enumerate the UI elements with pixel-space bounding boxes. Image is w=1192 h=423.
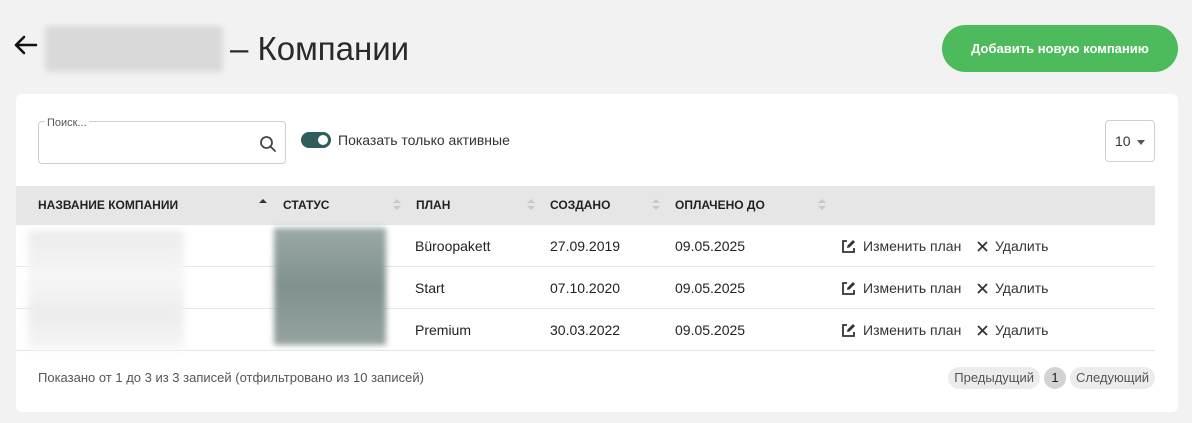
- active-only-toggle[interactable]: [301, 132, 331, 148]
- caret-down-icon: [1137, 140, 1145, 145]
- paid-until-cell: 09.05.2025: [675, 238, 746, 254]
- table-row: Büroopakett 27.09.2019 09.05.2025 Измени…: [16, 225, 1155, 267]
- active-only-toggle-group: Показать только активные: [301, 132, 510, 148]
- edit-plan-label: Изменить план: [863, 280, 962, 296]
- created-cell: 30.03.2022: [550, 322, 621, 338]
- blurred-company-names: [28, 231, 184, 349]
- pagination: Предыдущий 1 Следующий: [948, 367, 1155, 389]
- page-size-value: 10: [1115, 133, 1131, 149]
- column-header-company[interactable]: Название компании: [38, 186, 178, 225]
- edit-plan-button[interactable]: Изменить план: [841, 267, 961, 309]
- edit-plan-button[interactable]: Изменить план: [841, 225, 961, 267]
- toggle-knob: [318, 135, 328, 145]
- column-header-created[interactable]: Создано: [550, 186, 610, 225]
- column-header-plan[interactable]: План: [416, 186, 450, 225]
- paid-until-cell: 09.05.2025: [675, 322, 746, 338]
- delete-button[interactable]: Удалить: [977, 267, 1048, 309]
- companies-card: Поиск... Показать только активные 10 Наз…: [16, 94, 1178, 412]
- blurred-account-name: [45, 26, 223, 72]
- edit-icon: [842, 239, 855, 253]
- sort-icon[interactable]: [818, 199, 826, 213]
- sort-asc-icon[interactable]: [259, 199, 267, 213]
- close-icon: [977, 240, 988, 252]
- paid-until-cell: 09.05.2025: [675, 280, 746, 296]
- plan-cell: Start: [415, 280, 445, 296]
- previous-page-button[interactable]: Предыдущий: [948, 367, 1041, 389]
- table-row: Premium 30.03.2022 09.05.2025 Изменить п…: [16, 309, 1155, 351]
- edit-icon: [842, 323, 855, 337]
- plan-cell: Büroopakett: [415, 238, 491, 254]
- sort-icon[interactable]: [527, 199, 535, 213]
- sort-icon[interactable]: [393, 199, 401, 213]
- delete-button[interactable]: Удалить: [977, 225, 1048, 267]
- sort-icon[interactable]: [652, 199, 660, 213]
- created-cell: 07.10.2020: [550, 280, 621, 296]
- blurred-status-values: [274, 228, 386, 345]
- table-header: Название компании Статус План Создано Оп…: [16, 186, 1155, 225]
- column-header-status[interactable]: Статус: [283, 186, 329, 225]
- close-icon: [977, 282, 988, 294]
- search-icon[interactable]: [259, 135, 277, 153]
- table-info: Показано от 1 до 3 из 3 записей (отфильт…: [38, 370, 424, 385]
- delete-button[interactable]: Удалить: [977, 309, 1048, 351]
- edit-plan-button[interactable]: Изменить план: [841, 309, 961, 351]
- add-company-button[interactable]: Добавить новую компанию: [942, 25, 1178, 72]
- edit-plan-label: Изменить план: [863, 322, 962, 338]
- close-icon: [977, 324, 988, 336]
- search-input[interactable]: [47, 134, 247, 158]
- column-header-paid-until[interactable]: Оплачено до: [675, 186, 765, 225]
- delete-label: Удалить: [995, 322, 1049, 338]
- page-number-button[interactable]: 1: [1044, 367, 1067, 389]
- back-arrow-icon[interactable]: [12, 32, 40, 58]
- plan-cell: Premium: [415, 322, 472, 338]
- page-title: – Компании: [230, 30, 410, 67]
- edit-icon: [842, 281, 855, 295]
- search-label: Поиск...: [45, 117, 89, 129]
- page-size-select[interactable]: 10: [1105, 120, 1155, 162]
- delete-label: Удалить: [995, 238, 1049, 254]
- search-field[interactable]: Поиск...: [38, 117, 286, 164]
- edit-plan-label: Изменить план: [863, 238, 962, 254]
- created-cell: 27.09.2019: [550, 238, 621, 254]
- page-header: – Компании Добавить новую компанию: [0, 0, 1192, 94]
- table-row: Start 07.10.2020 09.05.2025 Изменить пла…: [16, 267, 1155, 309]
- next-page-button[interactable]: Следующий: [1070, 367, 1155, 389]
- delete-label: Удалить: [995, 280, 1049, 296]
- active-only-label: Показать только активные: [338, 132, 510, 148]
